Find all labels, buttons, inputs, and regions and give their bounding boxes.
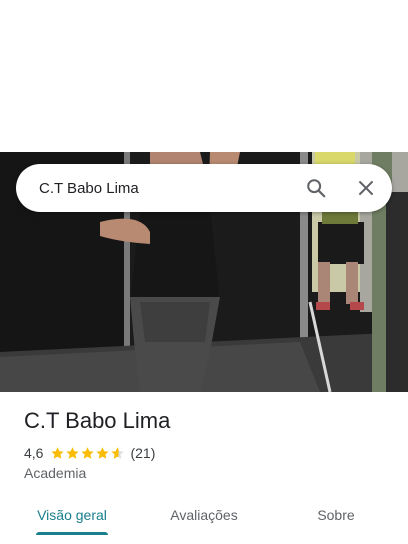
- tab-visao-geral[interactable]: Visão geral: [24, 494, 120, 536]
- place-tabs: Visão geral Avaliações Sobre: [0, 494, 408, 536]
- star-icon: [81, 446, 95, 459]
- star-icon: [111, 446, 125, 459]
- place-title: C.T Babo Lima: [24, 408, 171, 433]
- review-count[interactable]: (21): [130, 445, 155, 461]
- close-icon[interactable]: [346, 168, 386, 208]
- rating-row[interactable]: 4,6 (21): [24, 444, 155, 462]
- star-icon: [66, 446, 80, 459]
- star-icon: [96, 446, 110, 459]
- rating-value: 4,6: [24, 445, 44, 461]
- tab-sobre[interactable]: Sobre: [288, 494, 384, 536]
- place-category: Academia: [24, 465, 87, 481]
- tab-avaliacoes[interactable]: Avaliações: [156, 494, 252, 536]
- star-rating: [50, 446, 125, 461]
- active-tab-indicator: [36, 532, 108, 535]
- star-icon: [51, 446, 65, 459]
- search-icon[interactable]: [296, 168, 336, 208]
- search-input[interactable]: C.T Babo Lima: [16, 180, 296, 197]
- search-bar[interactable]: C.T Babo Lima: [16, 164, 392, 212]
